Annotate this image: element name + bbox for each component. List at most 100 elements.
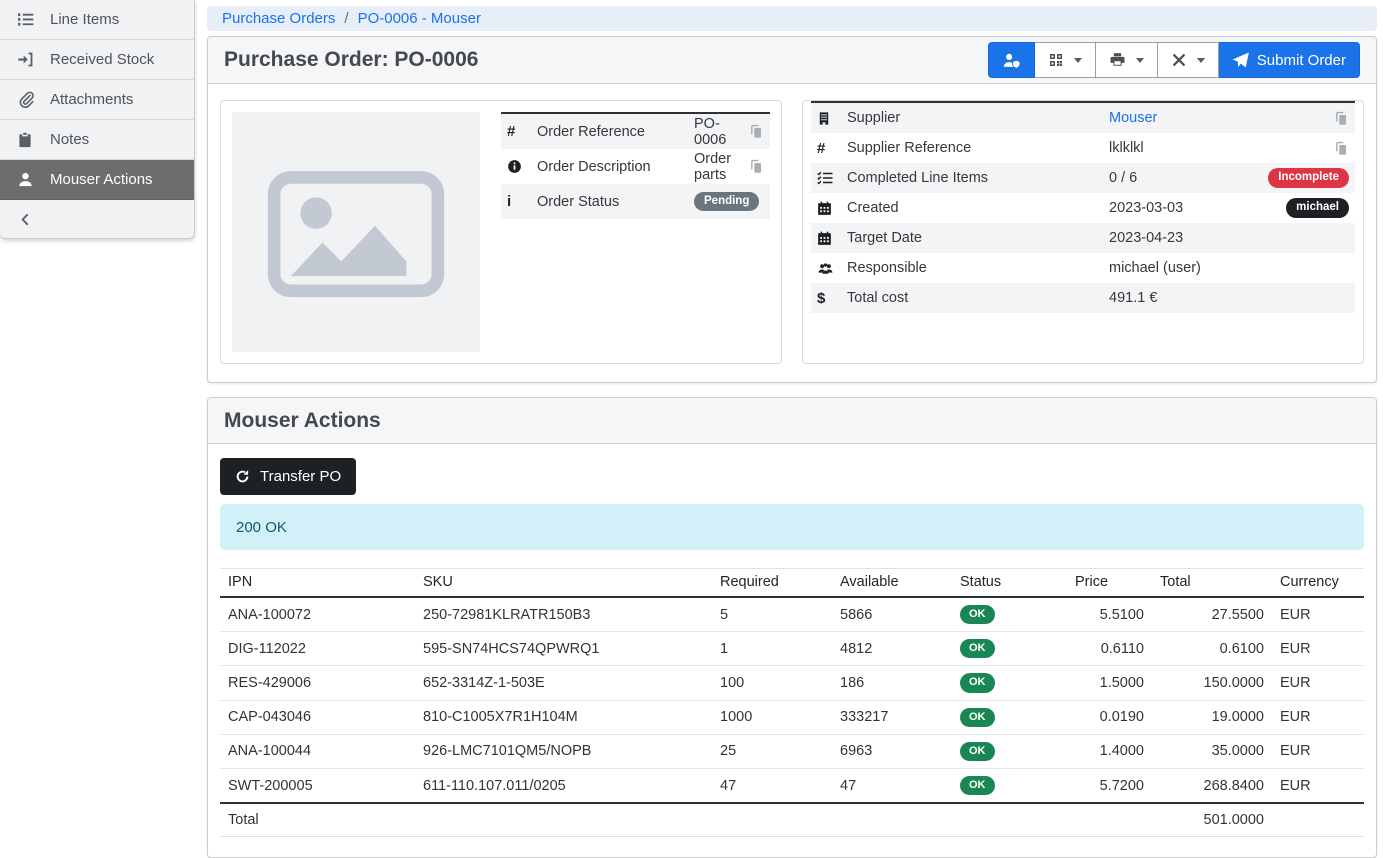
cell-status: OK xyxy=(952,768,1067,803)
supplier-summary-card: Supplier Mouser # Supplier Reference lkl… xyxy=(802,100,1364,364)
breadcrumb: Purchase Orders / PO-0006 - Mouser xyxy=(207,6,1377,31)
cell-sku: 250-72981KLRATR150B3 xyxy=(415,597,712,632)
cell-sku: 611-110.107.011/0205 xyxy=(415,768,712,803)
detail-row-supplier-reference: # Supplier Reference lklklkl xyxy=(811,133,1355,163)
sign-in-icon xyxy=(15,51,35,68)
status-alert-text: 200 OK xyxy=(236,519,287,536)
cell-price: 0.6110 xyxy=(1067,632,1152,666)
breadcrumb-link-purchase-orders[interactable]: Purchase Orders xyxy=(222,10,335,27)
completed-line-items-value: 0 / 6 xyxy=(1109,170,1268,186)
cell-price: 1.5000 xyxy=(1067,666,1152,700)
cell-status: OK xyxy=(952,700,1067,734)
target-date-value: 2023-04-23 xyxy=(1109,230,1349,246)
user-shield-icon xyxy=(1002,52,1021,69)
cell-ipn: ANA-100044 xyxy=(220,734,415,768)
column-header-currency: Currency xyxy=(1272,569,1364,598)
detail-row-order-description: Order Description Order parts xyxy=(501,149,770,184)
submit-order-label: Submit Order xyxy=(1257,52,1346,69)
cell-ipn: ANA-100072 xyxy=(220,597,415,632)
cell-total: 150.0000 xyxy=(1152,666,1272,700)
calendar-icon xyxy=(817,201,847,216)
paperclip-icon xyxy=(15,91,35,108)
cell-currency: EUR xyxy=(1272,768,1364,803)
cell-price: 0.0190 xyxy=(1067,700,1152,734)
detail-row-created: Created 2023-03-03 michael xyxy=(811,193,1355,223)
barcode-actions-button[interactable] xyxy=(1035,42,1096,78)
breadcrumb-separator: / xyxy=(344,10,348,27)
column-header-sku: SKU xyxy=(415,569,712,598)
cell-currency: EUR xyxy=(1272,632,1364,666)
chevron-left-icon xyxy=(15,212,35,227)
sidebar-item-label: Received Stock xyxy=(50,51,154,68)
sidebar-item-notes[interactable]: Notes xyxy=(0,120,194,160)
ok-badge: OK xyxy=(960,639,995,658)
ok-badge: OK xyxy=(960,708,995,727)
copy-icon[interactable] xyxy=(749,159,764,174)
cell-available: 6963 xyxy=(832,734,952,768)
copy-icon[interactable] xyxy=(1334,141,1349,156)
screwdriver-wrench-icon xyxy=(1171,52,1187,68)
sidebar-item-received-stock[interactable]: Received Stock xyxy=(0,40,194,80)
cell-total: 35.0000 xyxy=(1152,734,1272,768)
order-status-value: Pending xyxy=(694,192,764,212)
cell-ipn: SWT-200005 xyxy=(220,768,415,803)
mouser-actions-body: Transfer PO 200 OK IPN SKU Required xyxy=(208,444,1376,857)
cell-currency: EUR xyxy=(1272,700,1364,734)
submit-order-button[interactable]: Submit Order xyxy=(1219,42,1360,78)
admin-button[interactable] xyxy=(988,42,1035,78)
mouser-actions-header: Mouser Actions xyxy=(208,398,1376,444)
detail-label: Completed Line Items xyxy=(847,170,1109,186)
transfer-po-button[interactable]: Transfer PO xyxy=(220,458,356,495)
detail-row-supplier: Supplier Mouser xyxy=(811,103,1355,133)
list-check-icon xyxy=(817,170,847,186)
table-total-row: Total 501.0000 xyxy=(220,803,1364,837)
detail-row-order-reference: # Order Reference PO-0006 xyxy=(501,114,770,149)
copy-icon[interactable] xyxy=(1334,111,1349,126)
supplier-link[interactable]: Mouser xyxy=(1109,110,1157,126)
detail-row-responsible: Responsible michael (user) xyxy=(811,253,1355,283)
sidebar-item-mouser-actions[interactable]: Mouser Actions xyxy=(0,160,194,200)
mouser-actions-title: Mouser Actions xyxy=(224,409,381,433)
cell-ipn: DIG-112022 xyxy=(220,632,415,666)
cell-available: 4812 xyxy=(832,632,952,666)
sidebar-collapse-button[interactable] xyxy=(0,200,194,238)
table-row: DIG-112022 595-SN74HCS74QPWRQ1 1 4812 OK… xyxy=(220,632,1364,666)
cell-status: OK xyxy=(952,734,1067,768)
main-content: Purchase Orders / PO-0006 - Mouser Purch… xyxy=(195,0,1383,794)
cell-required: 1 xyxy=(712,632,832,666)
sidebar-item-attachments[interactable]: Attachments xyxy=(0,80,194,120)
cell-total: 19.0000 xyxy=(1152,700,1272,734)
cell-status: OK xyxy=(952,666,1067,700)
chevron-down-icon xyxy=(1197,58,1205,63)
cell-required: 25 xyxy=(712,734,832,768)
order-options-button[interactable] xyxy=(1158,42,1219,78)
sidebar-item-line-items[interactable]: Line Items xyxy=(0,0,194,40)
breadcrumb-link-current-order[interactable]: PO-0006 - Mouser xyxy=(358,10,481,27)
cell-required: 47 xyxy=(712,768,832,803)
cell-currency: EUR xyxy=(1272,597,1364,632)
column-header-total: Total xyxy=(1152,569,1272,598)
order-image-placeholder[interactable] xyxy=(232,112,480,352)
order-details-body: # Order Reference PO-0006 Order Descri xyxy=(208,84,1376,382)
sidebar-item-label: Mouser Actions xyxy=(50,171,153,188)
supplier-reference-value: lklklkl xyxy=(1109,140,1334,156)
mouser-order-table: IPN SKU Required Available Status Price … xyxy=(220,568,1364,837)
transfer-po-label: Transfer PO xyxy=(260,468,341,485)
incomplete-badge: Incomplete xyxy=(1268,168,1349,188)
cell-required: 5 xyxy=(712,597,832,632)
print-actions-button[interactable] xyxy=(1096,42,1158,78)
info-circle-icon xyxy=(507,159,537,174)
ok-badge: OK xyxy=(960,776,995,795)
detail-label: Created xyxy=(847,200,1109,216)
detail-row-completed-line-items: Completed Line Items 0 / 6 Incomplete xyxy=(811,163,1355,193)
ok-badge: OK xyxy=(960,673,995,692)
copy-icon[interactable] xyxy=(749,124,764,139)
column-header-available: Available xyxy=(832,569,952,598)
cell-available: 186 xyxy=(832,666,952,700)
detail-row-target-date: Target Date 2023-04-23 xyxy=(811,223,1355,253)
cell-price: 5.7200 xyxy=(1067,768,1152,803)
column-header-required: Required xyxy=(712,569,832,598)
cell-sku: 595-SN74HCS74QPWRQ1 xyxy=(415,632,712,666)
user-icon xyxy=(15,171,35,188)
sidebar-item-label: Line Items xyxy=(50,11,119,28)
